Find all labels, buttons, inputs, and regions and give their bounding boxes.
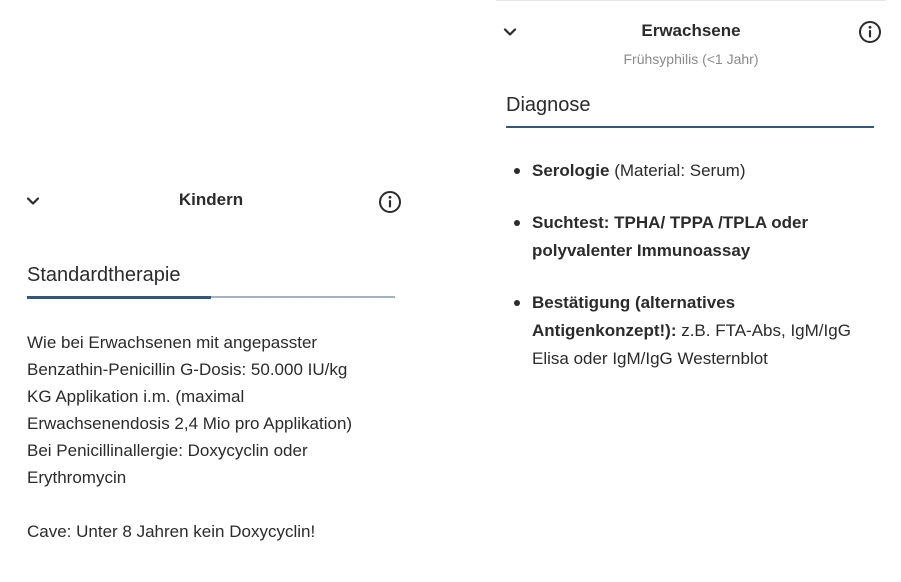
kindern-card: Kindern Standardtherapie Wie bei Erwachs…	[18, 176, 401, 545]
therapy-line: Benzathin-Penicillin G-Dosis: 50.000 IU/…	[27, 360, 348, 379]
section-title-standardtherapie: Standardtherapie	[27, 264, 181, 286]
info-circle-icon[interactable]	[378, 190, 402, 214]
therapy-line: Bei Penicillinallergie: Doxycyclin oder	[27, 441, 308, 460]
list-item: Serologie (Material: Serum)	[506, 157, 874, 185]
therapy-line: KG Applikation i.m. (maximal	[27, 387, 245, 406]
erwachsene-subtitle: Frühsyphilis (<1 Jahr)	[623, 51, 759, 67]
list-item-text: (Material: Serum)	[609, 161, 746, 180]
list-item-bold: Suchtest: TPHA/ TPPA /TPLA oder polyvale…	[532, 213, 809, 260]
erwachsene-card-header[interactable]: Erwachsene Frühsyphilis (<1 Jahr)	[496, 0, 886, 76]
list-item: Bestätigung (alternatives Antigenkonzept…	[506, 289, 874, 373]
kindern-card-header[interactable]: Kindern	[18, 176, 401, 226]
section-title-diagnose: Diagnose	[506, 94, 591, 116]
therapy-line: Wie bei Erwachsenen mit angepasster	[27, 333, 318, 352]
section-underline	[27, 296, 395, 299]
therapy-line: Erythromycin	[27, 468, 127, 487]
therapy-line: Erwachsenendosis 2,4 Mio pro Applikation…	[27, 414, 353, 433]
diagnose-list: Serologie (Material: Serum) Suchtest: TP…	[506, 157, 874, 373]
caution-text: Cave: Unter 8 Jahren kein Doxycyclin!	[27, 522, 316, 541]
list-item: Suchtest: TPHA/ TPPA /TPLA oder polyvale…	[506, 209, 874, 265]
info-circle-icon[interactable]	[858, 20, 882, 44]
erwachsene-card: Erwachsene Frühsyphilis (<1 Jahr) Diagno…	[496, 0, 886, 373]
divider	[496, 0, 886, 1]
section-underline	[506, 126, 874, 129]
kindern-title: Kindern	[178, 190, 244, 209]
list-item-bold: Serologie	[532, 161, 610, 180]
therapy-text: Wie bei Erwachsenen mit angepasster Benz…	[27, 329, 395, 545]
erwachsene-title: Erwachsene	[641, 21, 741, 40]
